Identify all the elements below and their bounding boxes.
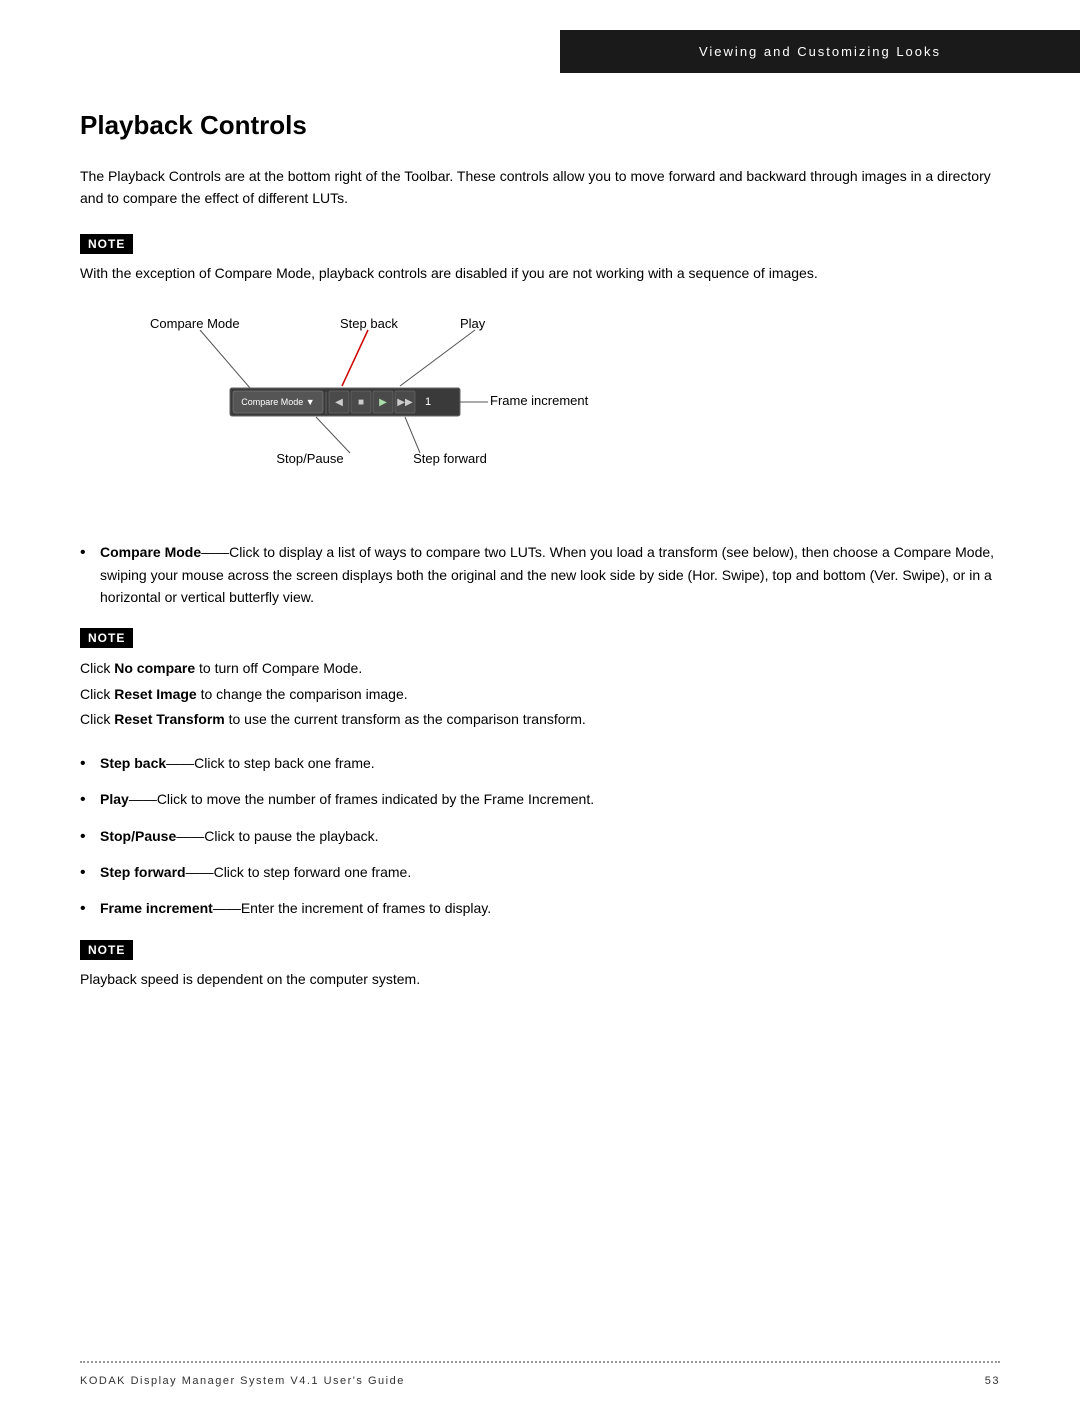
svg-text:Step forward: Step forward — [413, 451, 487, 466]
main-content: Playback Controls The Playback Controls … — [0, 30, 1080, 1070]
page-title: Playback Controls — [80, 110, 1000, 141]
svg-text:Frame increment: Frame increment — [490, 393, 589, 408]
note2-line1: Click No compare to turn off Compare Mod… — [80, 656, 1000, 681]
bullet2-title: Step back — [100, 755, 166, 771]
page-container: Viewing and Customizing Looks Playback C… — [0, 30, 1080, 1427]
intro-text: The Playback Controls are at the bottom … — [80, 165, 1000, 210]
diagram-container: Compare Mode Step back Play Compare Mode… — [120, 308, 1000, 511]
bullet3-text: —Click to move the number of frames indi… — [143, 791, 594, 807]
bullet5-title: Step forward — [100, 864, 186, 880]
play-label: Play — [460, 316, 486, 331]
bullet-frame-increment: Frame increment——Enter the increment of … — [80, 897, 1000, 919]
bullet1-title: Compare Mode — [100, 544, 201, 560]
bullet3-title: Play — [100, 791, 129, 807]
bullet4-title: Stop/Pause — [100, 828, 176, 844]
footer-left: KODAK Display Manager System V4.1 User's… — [80, 1375, 405, 1387]
step-back-label: Step back — [340, 316, 398, 331]
footer-dots — [80, 1361, 1000, 1363]
note-lines-2: Click No compare to turn off Compare Mod… — [80, 656, 1000, 732]
bullet5-text: —Click to step forward one frame. — [200, 864, 412, 880]
bullet4-text: —Click to pause the playback. — [190, 828, 378, 844]
note2-line2: Click Reset Image to change the comparis… — [80, 682, 1000, 707]
note2-line3: Click Reset Transform to use the current… — [80, 707, 1000, 732]
footer: KODAK Display Manager System V4.1 User's… — [0, 1361, 1080, 1387]
svg-text:◀: ◀ — [335, 397, 343, 408]
svg-text:Stop/Pause: Stop/Pause — [276, 451, 343, 466]
svg-text:▶▶: ▶▶ — [397, 397, 413, 408]
header-title: Viewing and Customizing Looks — [699, 44, 941, 59]
svg-text:Compare Mode ▼: Compare Mode ▼ — [241, 397, 314, 407]
bullet1-text: —Click to display a list of ways to comp… — [100, 544, 994, 605]
svg-text:1: 1 — [425, 396, 431, 408]
note-box-3: NOTE Playback speed is dependent on the … — [80, 940, 1000, 990]
bullet-list: Compare Mode——Click to display a list of… — [80, 541, 1000, 608]
note-text-1: With the exception of Compare Mode, play… — [80, 262, 1000, 284]
bullet-list-2: Step back——Click to step back one frame.… — [80, 752, 1000, 920]
bullet6-title: Frame increment — [100, 900, 213, 916]
diagram-svg: Compare Mode Step back Play Compare Mode… — [120, 308, 640, 508]
header-bar: Viewing and Customizing Looks — [560, 30, 1080, 73]
compare-mode-label: Compare Mode — [150, 316, 240, 331]
svg-text:▶: ▶ — [379, 397, 387, 408]
note-box-1: NOTE With the exception of Compare Mode,… — [80, 234, 1000, 284]
bullet-step-back: Step back——Click to step back one frame. — [80, 752, 1000, 774]
svg-text:■: ■ — [358, 397, 364, 408]
note-label-2: NOTE — [80, 628, 133, 648]
bullet2-text: —Click to step back one frame. — [180, 755, 375, 771]
footer-text: KODAK Display Manager System V4.1 User's… — [80, 1375, 1000, 1387]
note-label-3: NOTE — [80, 940, 133, 960]
note-box-2: NOTE Click No compare to turn off Compar… — [80, 628, 1000, 732]
footer-right: 53 — [985, 1375, 1000, 1387]
bullet-compare-mode: Compare Mode——Click to display a list of… — [80, 541, 1000, 608]
note-text-3: Playback speed is dependent on the compu… — [80, 968, 1000, 990]
bullet-step-forward: Step forward——Click to step forward one … — [80, 861, 1000, 883]
bullet1-dash: — — [201, 544, 215, 560]
bullet-stop-pause: Stop/Pause——Click to pause the playback. — [80, 825, 1000, 847]
bullet-play: Play——Click to move the number of frames… — [80, 788, 1000, 810]
note-label-1: NOTE — [80, 234, 133, 254]
bullet6-text: —Enter the increment of frames to displa… — [227, 900, 491, 916]
